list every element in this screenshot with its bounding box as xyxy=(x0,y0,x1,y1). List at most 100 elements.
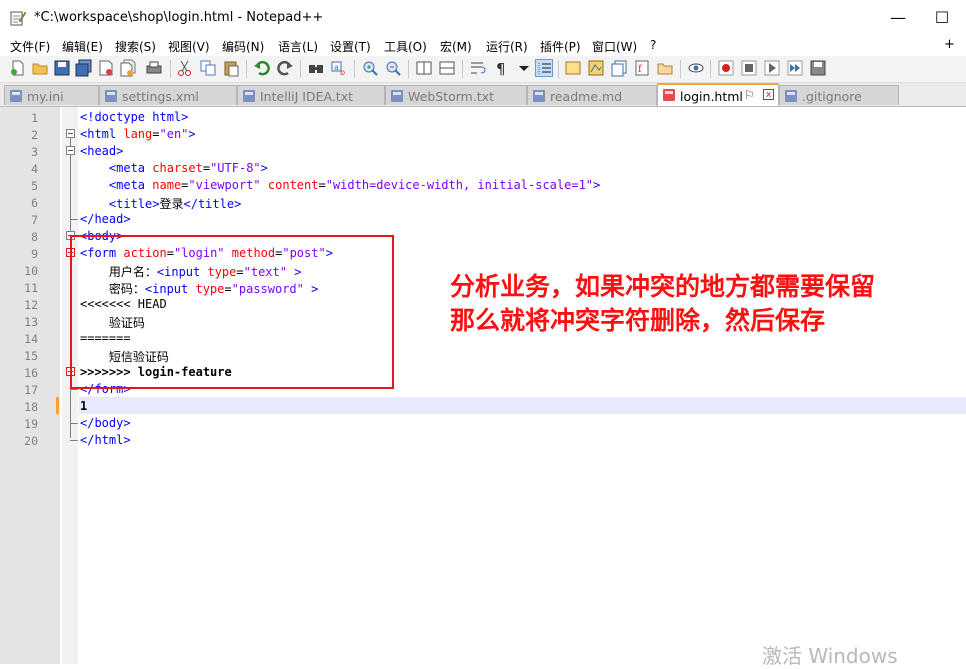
new-file-icon[interactable] xyxy=(9,59,27,77)
fold-toggle-head[interactable] xyxy=(66,146,75,155)
toolbar-separator xyxy=(246,60,247,78)
code-line[interactable]: </html> xyxy=(80,433,131,447)
dropdown-arrow-icon[interactable] xyxy=(515,59,533,77)
tab-label: WebStorm.txt xyxy=(408,89,495,104)
menu-run[interactable]: 运行(R) xyxy=(486,38,528,55)
code-token: > xyxy=(188,127,196,141)
fold-end xyxy=(70,219,78,220)
tab-webstorm-txt[interactable]: WebStorm.txt xyxy=(385,85,527,105)
code-line[interactable]: </body> xyxy=(80,416,131,430)
code-line[interactable]: <head> xyxy=(80,144,123,158)
code-token: <!doctype html> xyxy=(80,110,189,124)
file-icon xyxy=(105,90,117,102)
file-icon xyxy=(533,90,545,102)
code-token: "width=device-width, initial-scale=1" xyxy=(325,178,594,192)
save-all-icon[interactable] xyxy=(75,59,93,77)
language-panel-icon[interactable] xyxy=(564,59,582,77)
pin-icon[interactable]: ⚐ xyxy=(744,88,755,102)
tab-readme-md[interactable]: readme.md xyxy=(527,85,657,105)
function-list-icon[interactable]: f xyxy=(633,59,651,77)
open-file-icon[interactable] xyxy=(31,59,49,77)
menu-help[interactable]: ? xyxy=(650,38,656,52)
doc-list-icon[interactable] xyxy=(610,59,628,77)
undo-icon[interactable] xyxy=(253,59,271,77)
menu-macro[interactable]: 宏(M) xyxy=(440,38,472,55)
tab-settings-xml[interactable]: settings.xml xyxy=(99,85,237,105)
editor[interactable]: 1 2 3 4 5 6 7 8 9 10 11 12 13 14 15 16 1… xyxy=(0,107,966,664)
record-macro-icon[interactable] xyxy=(717,59,735,77)
menu-settings[interactable]: 设置(T) xyxy=(330,38,371,55)
line-number: 20 xyxy=(24,434,38,448)
sync-horizontal-icon[interactable] xyxy=(438,59,456,77)
conflict-highlight-box xyxy=(70,235,394,389)
line-number: 8 xyxy=(31,230,38,244)
stop-macro-icon[interactable] xyxy=(740,59,758,77)
close-file-icon[interactable] xyxy=(97,59,115,77)
tab-gitignore[interactable]: .gitignore xyxy=(779,85,899,105)
tab-login-html[interactable]: login.html ⚐ x xyxy=(657,83,779,106)
paste-icon[interactable] xyxy=(222,59,240,77)
doc-map-icon[interactable] xyxy=(587,59,605,77)
word-wrap-icon[interactable] xyxy=(469,59,487,77)
menu-view[interactable]: 视图(V) xyxy=(168,38,210,55)
code-line[interactable]: 1 xyxy=(80,399,87,413)
indent-guide-icon[interactable] xyxy=(535,59,553,77)
line-number: 6 xyxy=(31,196,38,210)
play-macro-icon[interactable] xyxy=(763,59,781,77)
menu-edit[interactable]: 编辑(E) xyxy=(62,38,103,55)
menu-search[interactable]: 搜索(S) xyxy=(115,38,156,55)
zoom-in-icon[interactable] xyxy=(361,59,379,77)
code-line[interactable]: <title>登录</title> xyxy=(80,195,241,212)
save-macro-icon[interactable] xyxy=(809,59,827,77)
menu-encoding[interactable]: 编码(N) xyxy=(222,38,264,55)
code-token: <title> xyxy=(108,197,160,211)
monitoring-icon[interactable] xyxy=(687,59,705,77)
code-line[interactable]: <meta name="viewport" content="width=dev… xyxy=(80,178,600,192)
find-icon[interactable] xyxy=(307,59,325,77)
zoom-out-icon[interactable] xyxy=(384,59,402,77)
menu-file[interactable]: 文件(F) xyxy=(10,38,50,55)
code-line[interactable]: <!doctype html> xyxy=(80,110,188,124)
code-line[interactable]: <meta charset="UTF-8"> xyxy=(80,161,268,175)
cut-icon[interactable] xyxy=(176,59,194,77)
line-number: 16 xyxy=(24,366,38,380)
copy-icon[interactable] xyxy=(199,59,217,77)
print-icon[interactable] xyxy=(145,59,163,77)
sync-vertical-icon[interactable] xyxy=(415,59,433,77)
code-line[interactable]: <html lang="en"> xyxy=(80,127,196,141)
menu-language[interactable]: 语言(L) xyxy=(278,38,318,55)
close-all-icon[interactable] xyxy=(119,59,137,77)
tab-intellij-idea-txt[interactable]: IntelliJ IDEA.txt xyxy=(237,85,385,105)
menu-tools[interactable]: 工具(O) xyxy=(384,38,427,55)
line-number: 2 xyxy=(31,128,38,142)
run-macro-multiple-icon[interactable] xyxy=(786,59,804,77)
line-number: 9 xyxy=(31,247,38,261)
file-modified-icon xyxy=(663,89,675,101)
fold-end xyxy=(70,423,78,424)
redo-icon[interactable] xyxy=(276,59,294,77)
toolbar: ab ¶ f xyxy=(0,56,966,83)
notepadpp-icon xyxy=(10,11,26,26)
tab-my-ini[interactable]: my.ini xyxy=(4,85,99,105)
folder-workspace-icon[interactable] xyxy=(656,59,674,77)
change-history-marker xyxy=(56,397,59,414)
toolbar-separator xyxy=(680,60,681,78)
menu-window[interactable]: 窗口(W) xyxy=(592,38,637,55)
show-all-chars-icon[interactable]: ¶ xyxy=(492,59,510,77)
maximize-button[interactable]: ☐ xyxy=(928,8,956,28)
close-tab-icon[interactable]: x xyxy=(763,89,774,100)
minimize-button[interactable]: — xyxy=(884,8,912,28)
code-token: > xyxy=(593,178,601,192)
line-number: 12 xyxy=(24,298,38,312)
fold-toggle-html[interactable] xyxy=(66,129,75,138)
replace-icon[interactable]: ab xyxy=(330,59,348,77)
code-line[interactable]: </head> xyxy=(80,212,131,226)
menu-plus-button[interactable]: + xyxy=(944,37,955,52)
code-token: "viewport" xyxy=(188,178,261,192)
file-icon xyxy=(785,90,797,102)
save-icon[interactable] xyxy=(53,59,71,77)
code-token: <meta xyxy=(108,178,153,192)
menu-plugins[interactable]: 插件(P) xyxy=(540,38,581,55)
line-number: 7 xyxy=(31,213,38,227)
